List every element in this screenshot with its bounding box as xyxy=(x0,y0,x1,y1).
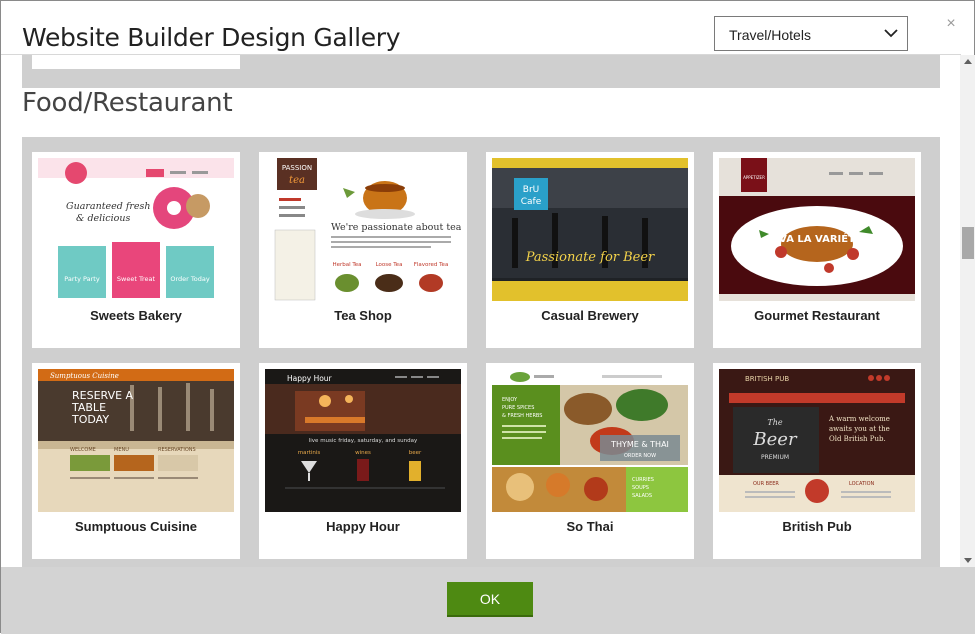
svg-text:A warm welcome: A warm welcome xyxy=(828,415,890,423)
template-card-british-pub[interactable]: BRITISH PUB The Beer PREMIUM A warm welc… xyxy=(713,363,921,559)
svg-text:awaits you at the: awaits you at the xyxy=(829,425,890,433)
previous-section-card xyxy=(32,55,240,69)
svg-text:& delicious: & delicious xyxy=(76,213,130,224)
svg-text:Old British Pub.: Old British Pub. xyxy=(829,435,886,443)
svg-text:tea: tea xyxy=(289,175,305,186)
svg-text:Sweet Treat: Sweet Treat xyxy=(117,275,156,283)
svg-text:live music friday, saturday, a: live music friday, saturday, and sunday xyxy=(309,438,418,444)
template-name: Happy Hour xyxy=(326,519,400,534)
template-name: So Thai xyxy=(566,519,614,534)
svg-text:Sumptuous Cuisine: Sumptuous Cuisine xyxy=(50,372,119,380)
category-select[interactable]: Travel/Hotels xyxy=(714,16,908,51)
template-card-sumptuous-cuisine[interactable]: Sumptuous Cuisine RESERVE A TABLE TODAY … xyxy=(32,363,240,559)
svg-text:Party Party: Party Party xyxy=(64,275,100,283)
svg-text:Cafe: Cafe xyxy=(521,197,542,207)
svg-text:Passionate for Beer: Passionate for Beer xyxy=(525,250,655,265)
vertical-scrollbar[interactable] xyxy=(960,55,975,567)
svg-text:SOUPS: SOUPS xyxy=(632,485,649,491)
svg-text:CURRIES: CURRIES xyxy=(632,477,654,483)
template-thumbnail: PASSION tea We're passionate about tea. xyxy=(265,158,461,301)
svg-text:wines: wines xyxy=(355,450,371,456)
template-name: Sumptuous Cuisine xyxy=(74,519,198,534)
svg-text:We're passionate about tea.: We're passionate about tea. xyxy=(331,222,461,233)
svg-text:Happy Hour: Happy Hour xyxy=(287,374,333,383)
svg-text:OUR BEER: OUR BEER xyxy=(753,481,779,487)
template-name: Gourmet Restaurant xyxy=(754,308,880,323)
design-gallery-dialog: Website Builder Design Gallery Travel/Ho… xyxy=(0,0,975,634)
template-name: Casual Brewery xyxy=(541,308,639,323)
template-name: British Pub xyxy=(782,519,852,534)
template-thumbnail: BRITISH PUB The Beer PREMIUM A warm welc… xyxy=(719,369,915,512)
svg-text:PASSION: PASSION xyxy=(282,164,312,172)
template-thumbnail: APPETIZER VIVA LA VARIÉTÉ! xyxy=(719,158,915,301)
svg-text:WELCOME: WELCOME xyxy=(70,447,96,453)
svg-text:SALADS: SALADS xyxy=(632,493,652,499)
svg-text:MENU: MENU xyxy=(114,447,129,453)
template-thumbnail: ENJOY PURE SPICES & FRESH HERBS THYME & … xyxy=(492,369,688,512)
category-select-value: Travel/Hotels xyxy=(729,27,811,43)
svg-text:beer: beer xyxy=(409,450,422,456)
chevron-down-icon xyxy=(884,29,898,38)
template-card-happy-hour[interactable]: Happy Hour live music friday, saturday, … xyxy=(259,363,467,559)
template-card-casual-brewery[interactable]: BrU Cafe Passionate for Beer Casual Brew… xyxy=(486,152,694,348)
template-thumbnail: Guaranteed fresh & delicious Party Party… xyxy=(38,158,234,301)
close-icon[interactable]: × xyxy=(943,16,959,32)
scrollbar-thumb[interactable] xyxy=(962,227,974,259)
template-thumbnail: BrU Cafe Passionate for Beer xyxy=(492,158,688,301)
section-title: Food/Restaurant xyxy=(22,88,233,118)
svg-text:VIVA LA VARIÉTÉ!: VIVA LA VARIÉTÉ! xyxy=(768,232,867,245)
template-thumbnail: Happy Hour live music friday, saturday, … xyxy=(265,369,461,512)
template-card-gourmet-restaurant[interactable]: APPETIZER VIVA LA VARIÉTÉ! Gourmet Resta… xyxy=(713,152,921,348)
svg-text:BRITISH PUB: BRITISH PUB xyxy=(745,375,789,383)
svg-text:Order Today: Order Today xyxy=(170,275,209,283)
svg-text:Guaranteed fresh: Guaranteed fresh xyxy=(66,201,151,212)
template-thumbnail: Sumptuous Cuisine RESERVE A TABLE TODAY … xyxy=(38,369,234,512)
svg-text:& FRESH HERBS: & FRESH HERBS xyxy=(502,413,542,419)
template-card-tea-shop[interactable]: PASSION tea We're passionate about tea. xyxy=(259,152,467,348)
template-card-sweets-bakery[interactable]: Guaranteed fresh & delicious Party Party… xyxy=(32,152,240,348)
svg-text:APPETIZER: APPETIZER xyxy=(743,175,765,180)
svg-text:Herbal Tea: Herbal Tea xyxy=(332,262,361,268)
svg-text:ENJOY: ENJOY xyxy=(502,397,518,403)
svg-text:PREMIUM: PREMIUM xyxy=(761,454,789,461)
dialog-title: Website Builder Design Gallery xyxy=(22,23,401,52)
svg-text:RESERVATIONS: RESERVATIONS xyxy=(158,447,196,453)
template-grid: Guaranteed fresh & delicious Party Party… xyxy=(22,137,940,567)
svg-text:LOCATION: LOCATION xyxy=(849,481,875,487)
template-name: Sweets Bakery xyxy=(90,308,182,323)
svg-text:Loose Tea: Loose Tea xyxy=(376,262,403,268)
svg-text:BrU: BrU xyxy=(523,185,539,195)
svg-text:Beer: Beer xyxy=(752,429,798,450)
svg-text:THYME & THAI: THYME & THAI xyxy=(610,440,669,449)
svg-text:Flavored Tea: Flavored Tea xyxy=(414,262,449,268)
ok-button[interactable]: OK xyxy=(447,582,533,617)
previous-section-band xyxy=(22,55,940,88)
svg-text:TODAY: TODAY xyxy=(71,413,109,426)
template-name: Tea Shop xyxy=(334,308,392,323)
scroll-up-arrow-icon[interactable] xyxy=(964,59,972,64)
template-card-so-thai[interactable]: ENJOY PURE SPICES & FRESH HERBS THYME & … xyxy=(486,363,694,559)
gallery-scroll-area[interactable]: Food/Restaurant Guaranteed fresh & delic… xyxy=(1,55,960,567)
svg-text:martinis: martinis xyxy=(298,450,321,456)
svg-text:PURE SPICES: PURE SPICES xyxy=(502,405,534,411)
dialog-footer: OK xyxy=(1,567,975,634)
scroll-down-arrow-icon[interactable] xyxy=(964,558,972,563)
svg-text:The: The xyxy=(767,418,782,427)
svg-text:ORDER NOW: ORDER NOW xyxy=(624,453,656,459)
